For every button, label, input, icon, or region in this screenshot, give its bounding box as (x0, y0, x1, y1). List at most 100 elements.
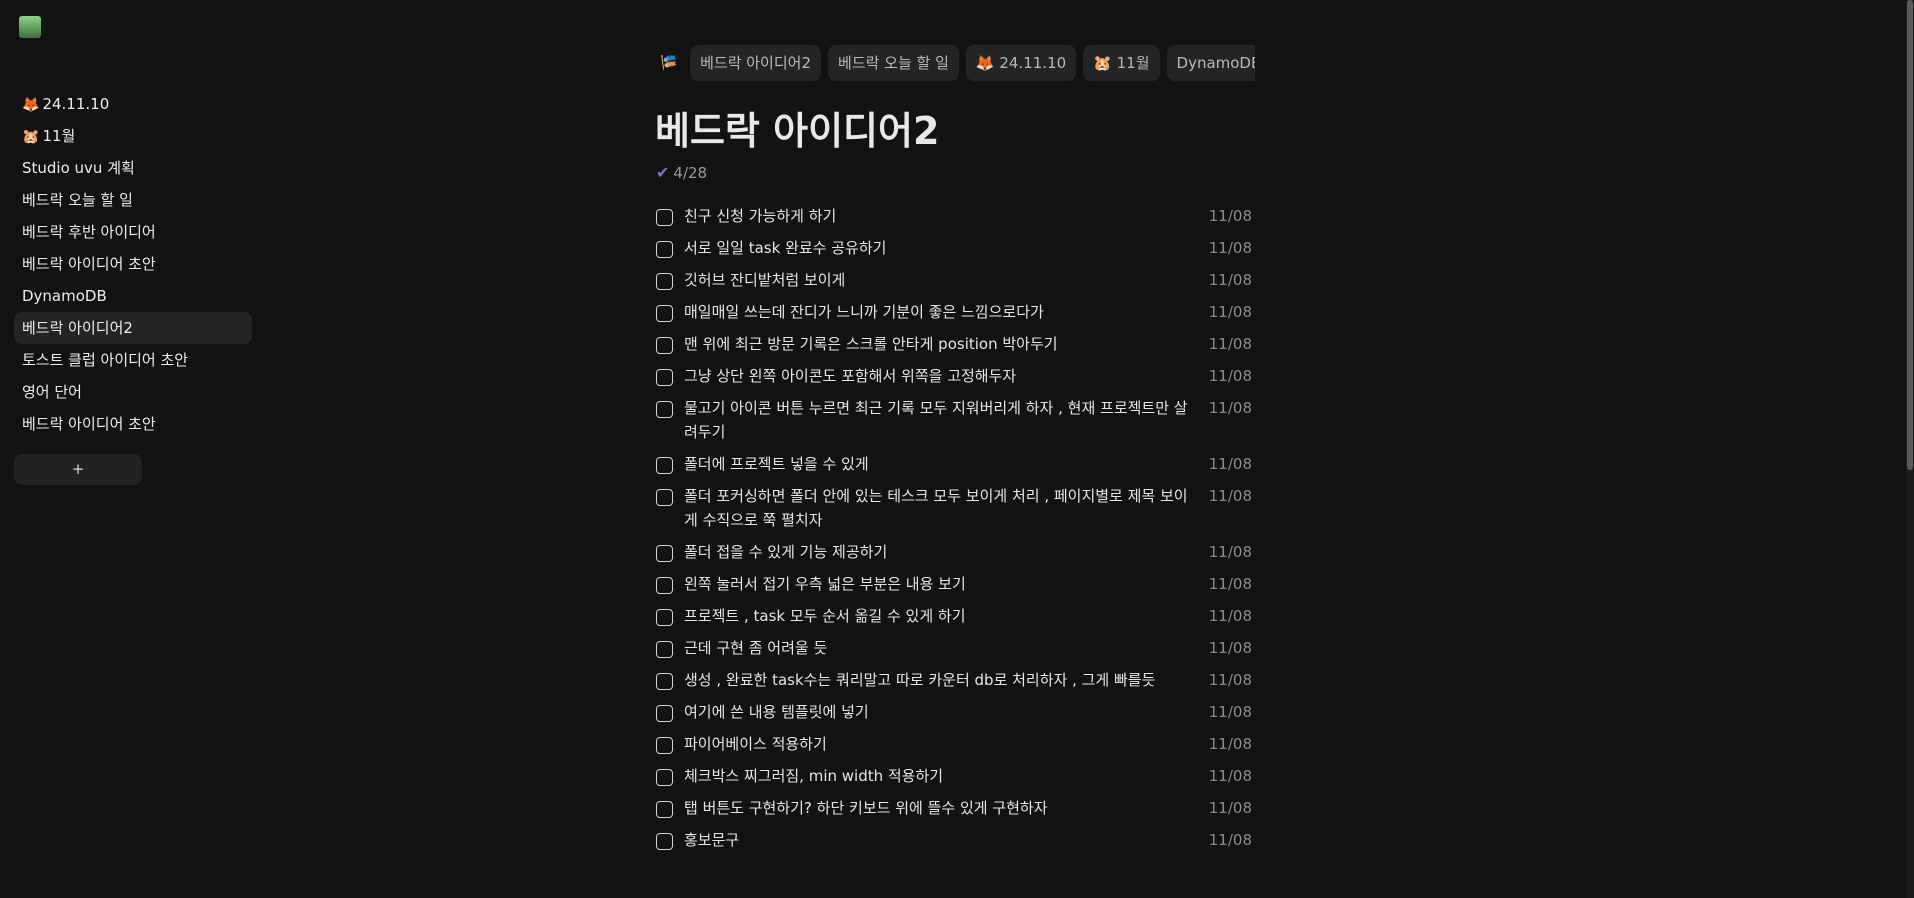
checkmark-icon: ✔ (656, 163, 670, 182)
task-date: 11/08 (1208, 767, 1252, 785)
sidebar-item[interactable]: 영어 단어 (14, 376, 252, 408)
task-text[interactable]: 프로젝트 , task 모두 순서 옮길 수 있게 하기 (684, 604, 1209, 628)
task-row: 친구 신청 가능하게 하기 11/08 (656, 204, 1252, 236)
task-date: 11/08 (1208, 671, 1252, 689)
sidebar-item[interactable]: 🦊 24.11.10 (14, 88, 252, 120)
recent-tab[interactable]: 베드락 아이디어2 (690, 45, 822, 81)
task-checkbox[interactable] (656, 489, 673, 506)
sidebar-item-label: 베드락 아이디어 초안 (22, 255, 156, 273)
task-progress: ✔ 4/28 (656, 163, 707, 182)
task-date: 11/08 (1208, 239, 1252, 257)
recent-tab[interactable]: 🦊 24.11.10 (965, 45, 1077, 81)
task-checkbox[interactable] (656, 577, 673, 594)
task-date: 11/08 (1208, 639, 1252, 657)
task-checkbox[interactable] (656, 705, 673, 722)
task-checkbox[interactable] (656, 457, 673, 474)
fish-flag-icon[interactable]: 🎏 (660, 45, 680, 81)
add-project-button[interactable]: + (14, 454, 142, 485)
task-text[interactable]: 여기에 쓴 내용 템플릿에 넣기 (684, 700, 1209, 724)
task-date: 11/08 (1208, 271, 1252, 289)
task-text[interactable]: 왼쪽 눌러서 접기 우측 넓은 부분은 내용 보기 (684, 572, 1209, 596)
task-text[interactable]: 맨 위에 최근 방문 기록은 스크롤 안타게 position 박아두기 (684, 332, 1209, 356)
recent-tab-list: 베드락 아이디어2 베드락 오늘 할 일 🦊 24.11.10 🐹 11월 Dynamo… (690, 45, 1255, 81)
sidebar-item-label: 베드락 오늘 할 일 (22, 191, 133, 209)
task-checkbox[interactable] (656, 737, 673, 754)
task-text[interactable]: 홍보문구 (684, 828, 1209, 852)
task-date: 11/08 (1208, 607, 1252, 625)
task-row: 파이어베이스 적용하기 11/08 (656, 732, 1252, 764)
task-date: 11/08 (1208, 831, 1252, 849)
task-text[interactable]: 깃허브 잔디밭처럼 보이게 (684, 268, 1209, 292)
app-logo-icon[interactable] (19, 16, 41, 38)
task-checkbox[interactable] (656, 673, 673, 690)
task-date: 11/08 (1208, 399, 1252, 417)
task-text[interactable]: 물고기 아이콘 버튼 누르면 최근 기록 모두 지워버리게 하자 , 현재 프로… (684, 396, 1209, 444)
sidebar-item-label: 베드락 아이디어2 (22, 319, 133, 337)
task-checkbox[interactable] (656, 833, 673, 850)
task-date: 11/08 (1208, 455, 1252, 473)
task-text[interactable]: 탭 버튼도 구현하기? 하단 키보드 위에 뜰수 있게 구현하자 (684, 796, 1209, 820)
task-text[interactable]: 서로 일일 task 완료수 공유하기 (684, 236, 1209, 260)
sidebar-item[interactable]: 토스트 클럽 아이디어 초안 (14, 344, 252, 376)
task-text[interactable]: 체크박스 찌그러짐, min width 적용하기 (684, 764, 1209, 788)
task-text[interactable]: 매일매일 쓰는데 잔디가 느니까 기분이 좋은 느낌으로다가 (684, 300, 1209, 324)
sidebar-item[interactable]: Studio uvu 계획 (14, 152, 252, 184)
task-row: 물고기 아이콘 버튼 누르면 최근 기록 모두 지워버리게 하자 , 현재 프로… (656, 396, 1252, 452)
task-checkbox[interactable] (656, 241, 673, 258)
task-checkbox[interactable] (656, 337, 673, 354)
task-checkbox[interactable] (656, 641, 673, 658)
task-row: 홍보문구 11/08 (656, 828, 1252, 860)
sidebar-item-label: 영어 단어 (22, 383, 82, 401)
task-row: 왼쪽 눌러서 접기 우측 넓은 부분은 내용 보기 11/08 (656, 572, 1252, 604)
task-checkbox[interactable] (656, 769, 673, 786)
sidebar: 🦊 24.11.10 🐹 11월 Studio uvu 계획베드락 오늘 할 일베드락 … (14, 88, 252, 485)
project-emoji-icon: 🦊 (22, 97, 40, 113)
task-text[interactable]: 폴더에 프로젝트 넣을 수 있게 (684, 452, 1209, 476)
recent-tab[interactable]: DynamoDB (1166, 45, 1255, 81)
task-text[interactable]: 파이어베이스 적용하기 (684, 732, 1209, 756)
task-row: 체크박스 찌그러짐, min width 적용하기 11/08 (656, 764, 1252, 796)
task-row: 맨 위에 최근 방문 기록은 스크롤 안타게 position 박아두기 11/0… (656, 332, 1252, 364)
task-list: 친구 신청 가능하게 하기 11/08 서로 일일 task 완료수 공유하기 11/… (656, 204, 1252, 860)
task-row: 그냥 상단 왼쪽 아이콘도 포함해서 위쪽을 고정해두자 11/08 (656, 364, 1252, 396)
sidebar-project-list: 🦊 24.11.10 🐹 11월 Studio uvu 계획베드락 오늘 할 일베드락 … (14, 88, 252, 440)
progress-count: 4/28 (673, 163, 708, 182)
sidebar-item[interactable]: 베드락 아이디어 초안 (14, 408, 252, 440)
recent-tab[interactable]: 베드락 오늘 할 일 (828, 45, 959, 81)
task-checkbox[interactable] (656, 273, 673, 290)
recent-tab[interactable]: 🐹 11월 (1083, 45, 1160, 81)
scrollbar-thumb[interactable] (1907, 0, 1913, 470)
sidebar-item[interactable]: 베드락 오늘 할 일 (14, 184, 252, 216)
task-row: 프로젝트 , task 모두 순서 옮길 수 있게 하기 11/08 (656, 604, 1252, 636)
task-checkbox[interactable] (656, 209, 673, 226)
task-checkbox[interactable] (656, 545, 673, 562)
sidebar-item[interactable]: 🐹 11월 (14, 120, 252, 152)
project-emoji-icon: 🐹 (22, 129, 40, 145)
task-checkbox[interactable] (656, 401, 673, 418)
task-checkbox[interactable] (656, 305, 673, 322)
task-date: 11/08 (1208, 799, 1252, 817)
task-text[interactable]: 폴더 포커싱하면 폴더 안에 있는 테스크 모두 보이게 처리 , 페이지별로 … (684, 484, 1209, 532)
task-row: 매일매일 쓰는데 잔디가 느니까 기분이 좋은 느낌으로다가 11/08 (656, 300, 1252, 332)
task-date: 11/08 (1208, 543, 1252, 561)
task-checkbox[interactable] (656, 801, 673, 818)
sidebar-item[interactable]: 베드락 아이디어2 (14, 312, 252, 344)
task-row: 폴더 접을 수 있게 기능 제공하기 11/08 (656, 540, 1252, 572)
sidebar-item[interactable]: DynamoDB (14, 280, 252, 312)
task-text[interactable]: 근데 구현 좀 어려울 듯 (684, 636, 1209, 660)
task-checkbox[interactable] (656, 369, 673, 386)
sidebar-item-label: 토스트 클럽 아이디어 초안 (22, 351, 189, 369)
sidebar-item-label: DynamoDB (22, 287, 107, 305)
task-date: 11/08 (1208, 703, 1252, 721)
sidebar-item[interactable]: 베드락 후반 아이디어 (14, 216, 252, 248)
task-text[interactable]: 그냥 상단 왼쪽 아이콘도 포함해서 위쪽을 고정해두자 (684, 364, 1209, 388)
task-date: 11/08 (1208, 303, 1252, 321)
scrollbar[interactable] (1906, 0, 1914, 898)
task-row: 폴더에 프로젝트 넣을 수 있게 11/08 (656, 452, 1252, 484)
page-title[interactable]: 베드락 아이디어2 (655, 100, 939, 155)
task-text[interactable]: 생성 , 완료한 task수는 쿼리말고 따로 카운터 db로 처리하자 , 그… (684, 668, 1209, 692)
sidebar-item[interactable]: 베드락 아이디어 초안 (14, 248, 252, 280)
task-checkbox[interactable] (656, 609, 673, 626)
task-text[interactable]: 친구 신청 가능하게 하기 (684, 204, 1209, 228)
task-text[interactable]: 폴더 접을 수 있게 기능 제공하기 (684, 540, 1209, 564)
